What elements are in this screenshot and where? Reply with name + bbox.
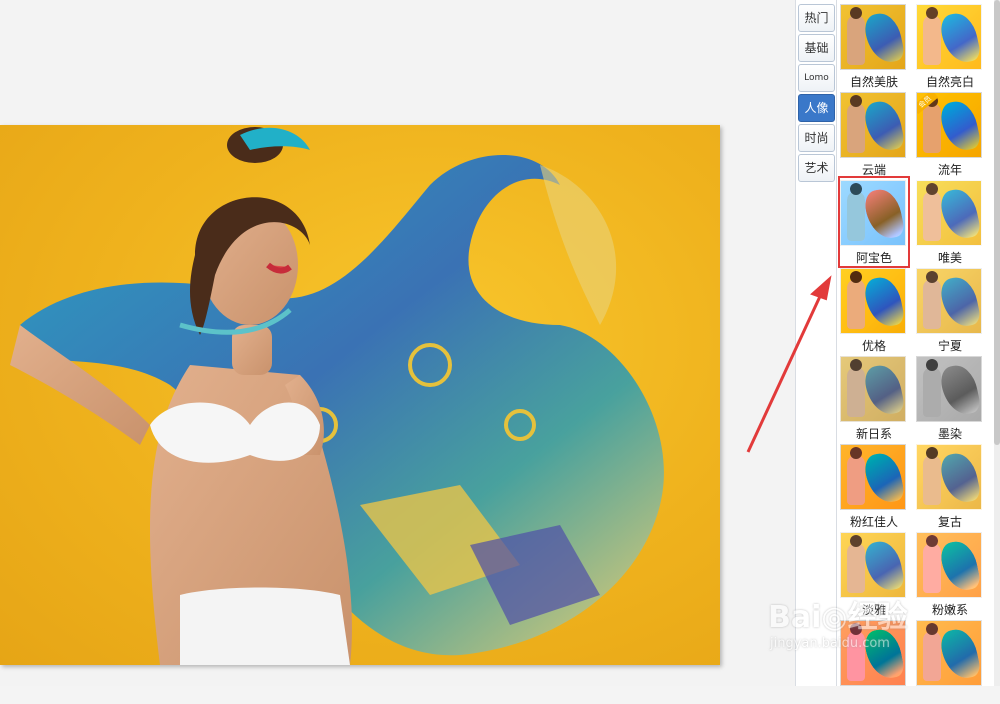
filter-thumbnail	[840, 4, 906, 70]
photo-illustration	[10, 127, 664, 665]
filter-item-abaose[interactable]: 阿宝色	[836, 176, 912, 265]
filter-thumbnail: 会员	[916, 92, 982, 158]
filter-item-retro[interactable]: 复古	[912, 440, 988, 529]
filter-thumbnail	[840, 92, 906, 158]
filter-item-danya[interactable]: 淡雅	[836, 528, 912, 617]
filter-panel: 热门 基础 Lomo 人像 时尚 艺术 自然美肤 自然亮白 云端 会员 流年 阿…	[795, 0, 1000, 686]
filter-item-moran[interactable]: 墨染	[912, 352, 988, 441]
scrollbar-thumb[interactable]	[994, 0, 1000, 445]
filter-item-youge[interactable]: 优格	[836, 264, 912, 353]
filter-item-weimei[interactable]: 唯美	[912, 176, 988, 265]
filter-item-pink-tender[interactable]: 粉嫩系	[912, 528, 988, 617]
image-canvas	[0, 0, 795, 686]
filter-item-liunian[interactable]: 会员 流年	[912, 88, 988, 177]
filter-thumbnail	[840, 356, 906, 422]
filter-thumbnail	[840, 444, 906, 510]
filter-thumbnail	[916, 180, 982, 246]
filter-item-cloud[interactable]: 云端	[836, 88, 912, 177]
filter-thumbnail	[916, 4, 982, 70]
filter-item-ningxia[interactable]: 宁夏	[912, 264, 988, 353]
edited-photo	[0, 125, 720, 665]
filter-item-natural-bright[interactable]: 自然亮白	[912, 0, 988, 89]
tab-hot[interactable]: 热门	[798, 4, 835, 32]
filter-item-natural-skin[interactable]: 自然美肤	[836, 0, 912, 89]
tab-art[interactable]: 艺术	[798, 154, 835, 182]
filter-item-more-2[interactable]	[912, 616, 988, 704]
tab-portrait[interactable]: 人像	[798, 94, 835, 122]
filter-item-pink-beauty[interactable]: 粉红佳人	[836, 440, 912, 529]
filter-thumbnail	[840, 620, 906, 686]
filter-thumbnail	[916, 268, 982, 334]
filter-thumbnail	[916, 444, 982, 510]
filter-thumbnail	[840, 532, 906, 598]
tab-basic[interactable]: 基础	[798, 34, 835, 62]
filter-thumbnail	[916, 620, 982, 686]
filter-thumbnail	[916, 532, 982, 598]
filter-thumbnail	[840, 180, 906, 246]
filter-grid: 自然美肤 自然亮白 云端 会员 流年 阿宝色 唯美 优格 宁夏 新日系 墨染 粉…	[836, 0, 992, 686]
filter-item-new-japanese[interactable]: 新日系	[836, 352, 912, 441]
filter-thumbnail	[840, 268, 906, 334]
filter-item-more-1[interactable]	[836, 616, 912, 704]
filter-thumbnail	[916, 356, 982, 422]
tab-lomo[interactable]: Lomo	[798, 64, 835, 92]
tab-fashion[interactable]: 时尚	[798, 124, 835, 152]
filter-category-tabs: 热门 基础 Lomo 人像 时尚 艺术	[798, 4, 836, 184]
